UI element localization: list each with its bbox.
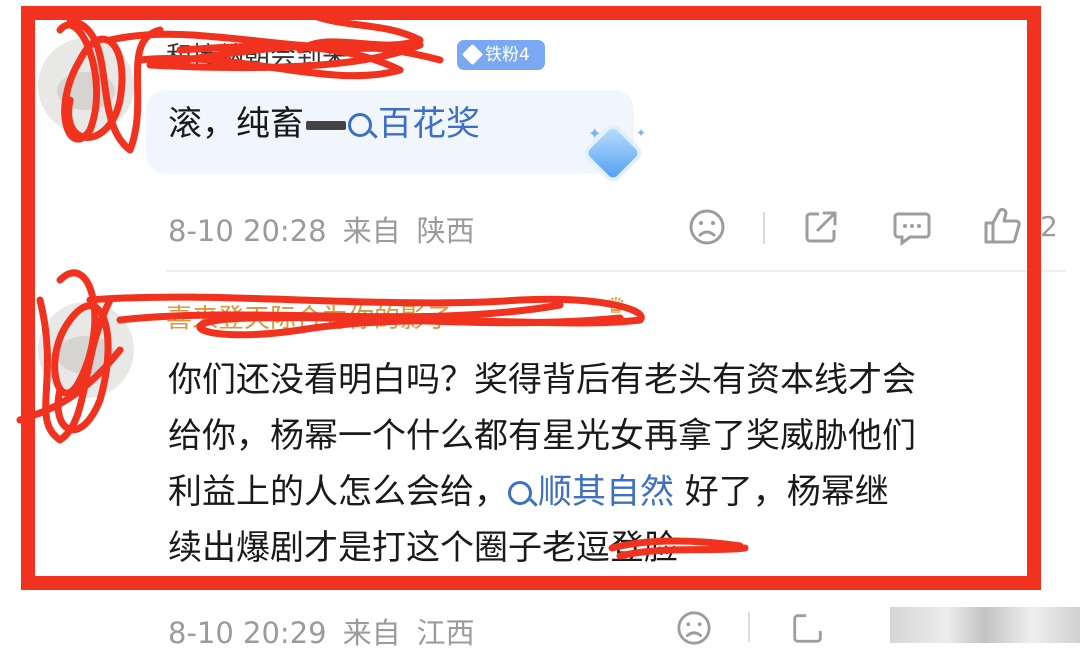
comment-line: 续出爆剧才是打这个圈子老逗登脸 <box>168 528 678 568</box>
topic-link[interactable]: 百花奖 <box>348 104 480 144</box>
comment-text: 你们还没看明白吗？奖得背后有老头有资本线才会 给你，杨幂一个什么都有星光女再拿了… <box>168 352 916 576</box>
gem-icon <box>461 43 484 66</box>
sparkle-icon: ✦ <box>588 124 602 143</box>
sad-face-icon[interactable] <box>688 208 726 246</box>
comment-text-plain: 好了，杨幂继 <box>674 472 889 512</box>
sad-face-icon[interactable] <box>676 610 712 646</box>
search-icon <box>508 481 532 505</box>
share-icon[interactable] <box>790 610 826 646</box>
share-icon[interactable] <box>802 208 840 246</box>
thumbs-up-icon[interactable] <box>982 206 1022 246</box>
sparkle-icon: ✦ <box>636 126 647 140</box>
comment-text-plain: 利益上的人怎么会给， <box>168 472 508 512</box>
comment-username[interactable]: 喜来登天际合为你的影子 <box>166 298 452 335</box>
comment-line: 你们还没看明白吗？奖得背后有老头有资本线才会 <box>168 360 916 400</box>
avatar[interactable] <box>38 302 134 398</box>
location-prefix: 来自 <box>342 214 401 248</box>
comment-divider <box>166 270 1066 272</box>
comment-icon[interactable] <box>892 210 932 246</box>
comment-username[interactable]: 和接纳朝会到来 <box>166 36 348 73</box>
avatar[interactable] <box>38 38 134 134</box>
search-icon <box>348 113 372 137</box>
comment-time: 8-10 20:29 <box>168 616 327 650</box>
badge-label: 铁粉4 <box>485 45 530 65</box>
comment-time: 8-10 20:28 <box>168 214 327 248</box>
fan-level-badge[interactable]: 铁粉4 <box>457 40 545 70</box>
location-prefix: 来自 <box>342 616 401 650</box>
crown-icon: ♛ <box>606 294 626 319</box>
comment-meta: 8-10 20:28 来自 陕西 <box>168 208 475 250</box>
action-divider <box>763 212 765 244</box>
action-divider <box>748 612 750 642</box>
topic-label: 顺其自然 <box>538 472 674 512</box>
comment-line: 给你，杨幂一个什么都有星光女再拿了奖威胁他们 <box>168 416 916 456</box>
dash-glyph <box>306 121 346 130</box>
comment-meta: 8-10 20:29 来自 江西 <box>168 610 475 652</box>
comment-text: 滚，纯畜 百花奖 <box>168 96 480 152</box>
topic-link[interactable]: 顺其自然 <box>508 472 674 512</box>
comment-text-plain: 滚，纯畜 <box>168 104 304 144</box>
topic-label: 百花奖 <box>378 104 480 144</box>
comment-line: 利益上的人怎么会给， 顺其自然 好了，杨幂继 <box>168 464 916 520</box>
comment-location: 江西 <box>416 616 475 650</box>
blurred-action-bar <box>890 607 1080 643</box>
like-count: 2 <box>1040 210 1058 243</box>
comment-location: 陕西 <box>416 214 475 248</box>
